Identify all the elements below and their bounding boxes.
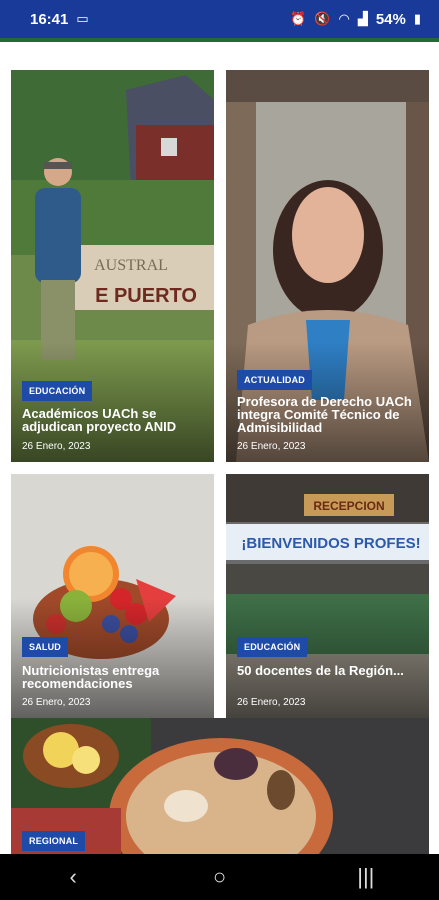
alarm-icon: ⏰ [290, 11, 307, 26]
battery-icon: ▮ [413, 11, 421, 26]
wifi-icon: ◠ [338, 11, 350, 26]
category-badge[interactable]: SALUD [22, 637, 68, 657]
news-grid[interactable]: AUSTRAL E PUERTO EDUCACIÓN Académicos UA… [0, 42, 439, 854]
article-date: 26 Enero, 2023 [237, 441, 306, 452]
category-badge[interactable]: ACTUALIDAD [237, 370, 312, 390]
recents-button[interactable]: ||| [336, 864, 396, 890]
system-nav-bar: ‹ ○ ||| [0, 854, 439, 900]
news-card[interactable]: ACTUALIDAD Profesora de Derecho UACh int… [226, 70, 429, 462]
news-card[interactable]: SALUD Nutricionistas entrega recomendaci… [11, 474, 214, 718]
article-title[interactable]: Profesora de Derecho UACh integra Comité… [237, 395, 421, 434]
signal-icon: ▟ [357, 11, 368, 26]
article-date: 26 Enero, 2023 [237, 697, 306, 708]
status-bar: 16:41 ▭ ⏰ 🔇 ◠ ▟ 54% ▮ [0, 0, 439, 38]
welcome-banner-text: ¡BIENVENIDOS PROFES! [241, 535, 420, 552]
mute-icon: 🔇 [314, 11, 331, 26]
sign-text-top: AUSTRAL [94, 257, 168, 274]
back-button[interactable]: ‹ [43, 864, 103, 890]
article-title[interactable]: Nutricionistas entrega recomendaciones [22, 664, 206, 690]
sign-text-bottom: E PUERTO [95, 285, 197, 307]
article-title[interactable]: 50 docentes de la Región... [237, 664, 421, 677]
news-card[interactable]: RECEPCION ¡BIENVENIDOS PROFES! EDUCACIÓN… [226, 474, 429, 718]
category-badge[interactable]: REGIONAL [22, 831, 86, 851]
article-date: 26 Enero, 2023 [22, 697, 91, 708]
category-badge[interactable]: EDUCACIÓN [22, 381, 93, 401]
reception-sign-text: RECEPCION [313, 499, 384, 513]
home-button[interactable]: ○ [189, 864, 249, 890]
news-card[interactable]: AUSTRAL E PUERTO EDUCACIÓN Académicos UA… [11, 70, 214, 462]
news-card[interactable]: REGIONAL [11, 718, 429, 854]
clock: 16:41 [30, 10, 69, 28]
cast-icon: ▭ [76, 11, 89, 26]
article-title[interactable]: Académicos UACh se adjudican proyecto AN… [22, 407, 206, 433]
article-date: 26 Enero, 2023 [22, 441, 91, 452]
category-badge[interactable]: EDUCACIÓN [237, 637, 308, 657]
battery-level: 54% [375, 10, 406, 28]
